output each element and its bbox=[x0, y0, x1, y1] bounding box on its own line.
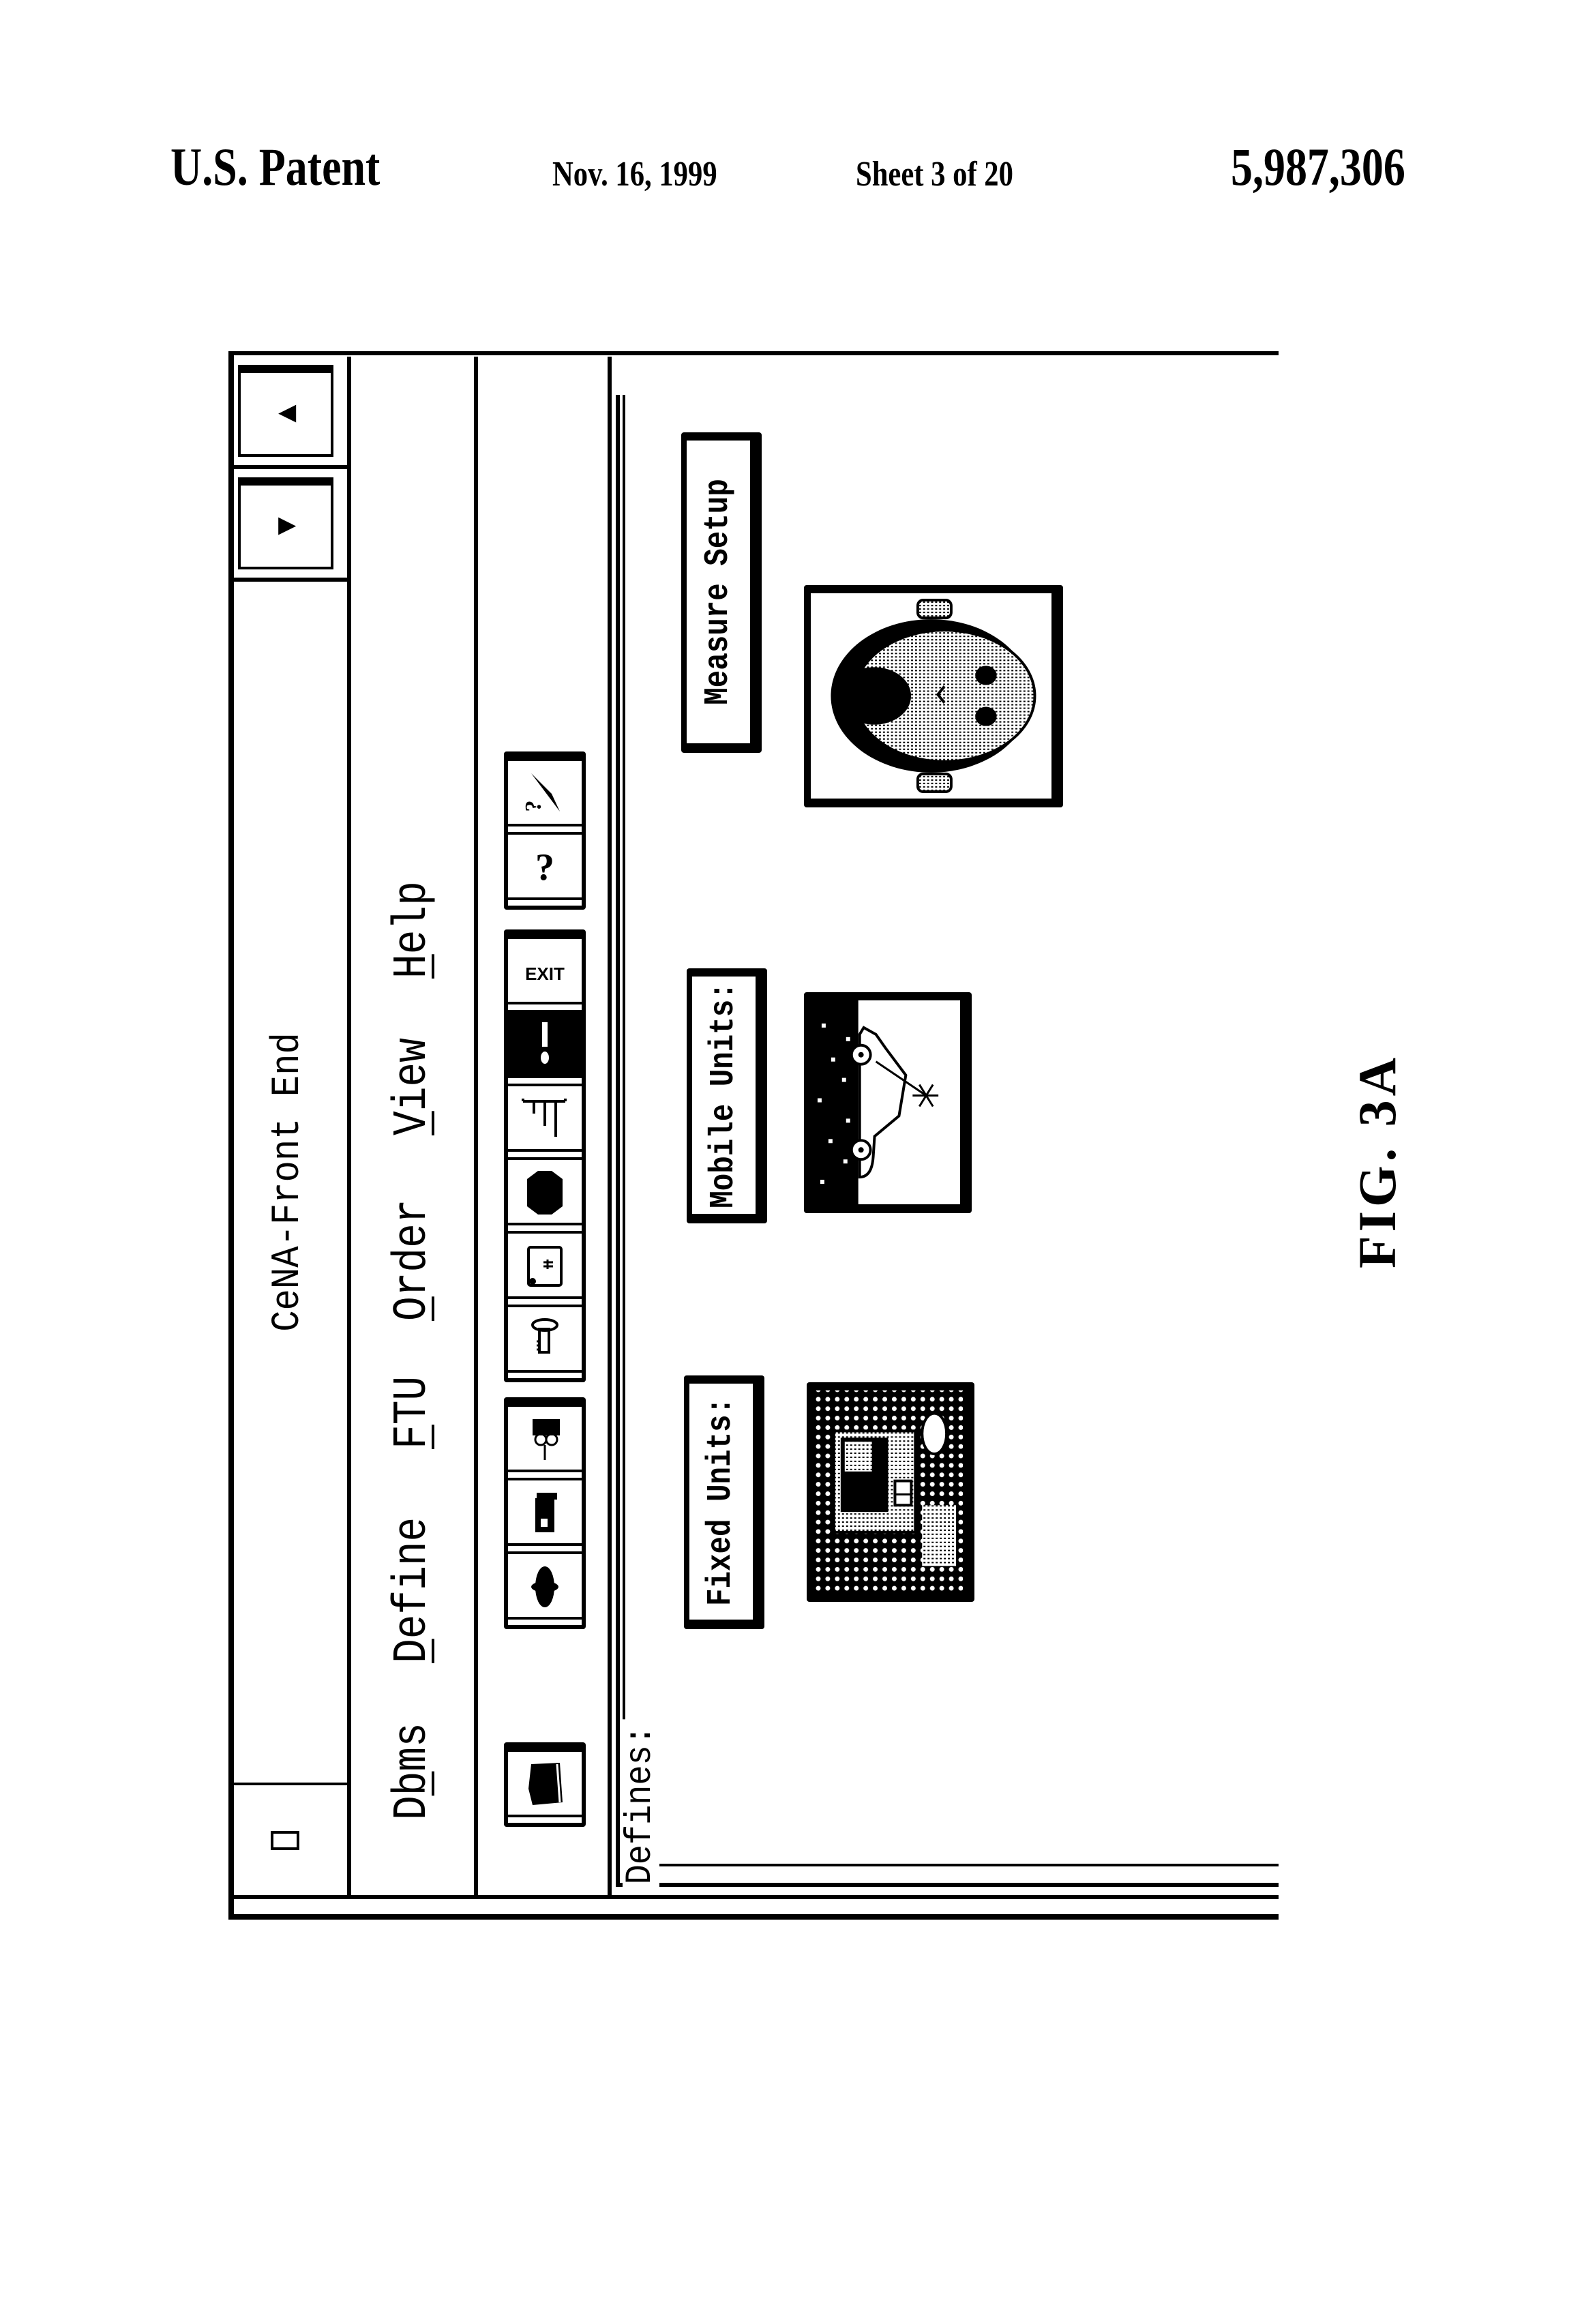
patent-number: 5,987,306 bbox=[1231, 137, 1405, 196]
bar-chart-button[interactable] bbox=[508, 1086, 582, 1157]
window-controls: ▼ ▲ bbox=[228, 357, 347, 582]
maximize-button[interactable]: ▲ bbox=[228, 357, 347, 465]
client-area: Defines: Fixed Units: Mobile Units: Meas… bbox=[612, 357, 1279, 1899]
info-icon bbox=[541, 1022, 549, 1064]
measure-setup-button[interactable]: Measure Setup bbox=[681, 432, 762, 753]
title-bar: CeNA-Front End ▼ ▲ bbox=[228, 357, 351, 1899]
building-illustration-icon bbox=[814, 1390, 963, 1593]
system-menu-button[interactable] bbox=[228, 1783, 347, 1895]
vehicle-icon bbox=[533, 1419, 560, 1460]
context-help-icon: ? bbox=[521, 773, 560, 812]
vehicle-button[interactable] bbox=[508, 1407, 582, 1478]
info-button[interactable] bbox=[508, 1013, 582, 1084]
sheet-number: Sheet 3 of 20 bbox=[856, 155, 1013, 194]
menu-ftu[interactable]: FTU bbox=[386, 1376, 440, 1449]
down-arrow-icon: ▼ bbox=[272, 517, 299, 535]
svg-text:?: ? bbox=[521, 801, 546, 812]
building-button[interactable] bbox=[508, 1480, 582, 1551]
folder-icon bbox=[528, 1763, 563, 1805]
menu-view[interactable]: View bbox=[386, 1038, 440, 1135]
toolbar-group-actions: EXIT bbox=[504, 929, 586, 1382]
key-button[interactable] bbox=[508, 1307, 582, 1378]
exit-button[interactable]: EXIT bbox=[508, 939, 582, 1010]
menu-dbms[interactable]: Dbms bbox=[386, 1723, 440, 1820]
bar-chart-icon bbox=[522, 1099, 567, 1137]
mobile-units-picture[interactable] bbox=[804, 992, 972, 1213]
stop-button[interactable] bbox=[508, 1160, 582, 1231]
key-icon bbox=[531, 1318, 558, 1354]
toolbar-group-help: ? ? bbox=[504, 751, 586, 910]
application-window: CeNA-Front End ▼ ▲ Dbms Define FTU Order… bbox=[228, 351, 1279, 1920]
folder-button[interactable] bbox=[508, 1752, 582, 1823]
toolbar-group-define bbox=[504, 1397, 586, 1629]
svg-text:?: ? bbox=[535, 846, 554, 889]
help-icon: ? bbox=[535, 846, 554, 889]
menu-bar: Dbms Define FTU Order View Help bbox=[351, 357, 478, 1899]
menu-define[interactable]: Define bbox=[386, 1517, 440, 1663]
toolbar-group-file bbox=[504, 1742, 586, 1827]
patent-label: U.S. Patent bbox=[170, 137, 380, 196]
mobile-units-button[interactable]: Mobile Units: bbox=[687, 968, 767, 1223]
measure-setup-picture[interactable] bbox=[804, 585, 1063, 807]
car-illustration-icon bbox=[811, 1000, 939, 1204]
stop-icon bbox=[527, 1171, 563, 1215]
exit-icon: EXIT bbox=[525, 964, 565, 984]
mobile-units-label: Mobile Units: bbox=[704, 982, 743, 1208]
menu-order[interactable]: Order bbox=[386, 1199, 440, 1321]
defines-label: Defines: bbox=[620, 1719, 661, 1887]
minimize-button[interactable]: ▼ bbox=[228, 465, 347, 578]
fixed-units-picture[interactable] bbox=[807, 1382, 974, 1602]
context-help-button[interactable]: ? bbox=[508, 761, 582, 832]
defines-groupbox: Defines: Fixed Units: Mobile Units: Meas… bbox=[616, 395, 1279, 1895]
person-icon bbox=[531, 1566, 558, 1607]
toolbar: EXIT ? ? bbox=[478, 357, 612, 1899]
up-arrow-icon: ▲ bbox=[272, 404, 299, 423]
window-title: CeNA-Front End bbox=[265, 1032, 310, 1332]
fixed-units-button[interactable]: Fixed Units: bbox=[684, 1375, 764, 1629]
help-button[interactable]: ? bbox=[508, 835, 582, 906]
menu-help[interactable]: Help bbox=[386, 881, 440, 979]
system-menu-icon bbox=[271, 1831, 299, 1850]
building-icon bbox=[535, 1493, 557, 1532]
person-button[interactable] bbox=[508, 1554, 582, 1625]
svg-text:EXIT: EXIT bbox=[525, 964, 565, 984]
measure-setup-label: Measure Setup bbox=[699, 479, 738, 705]
fixed-units-label: Fixed Units: bbox=[702, 1397, 741, 1607]
figure-label: FIG. 3A bbox=[1347, 1054, 1407, 1268]
document-icon bbox=[527, 1246, 563, 1287]
patent-date: Nov. 16, 1999 bbox=[552, 155, 717, 194]
head-illustration-icon bbox=[831, 599, 1036, 793]
document-button[interactable] bbox=[508, 1234, 582, 1305]
